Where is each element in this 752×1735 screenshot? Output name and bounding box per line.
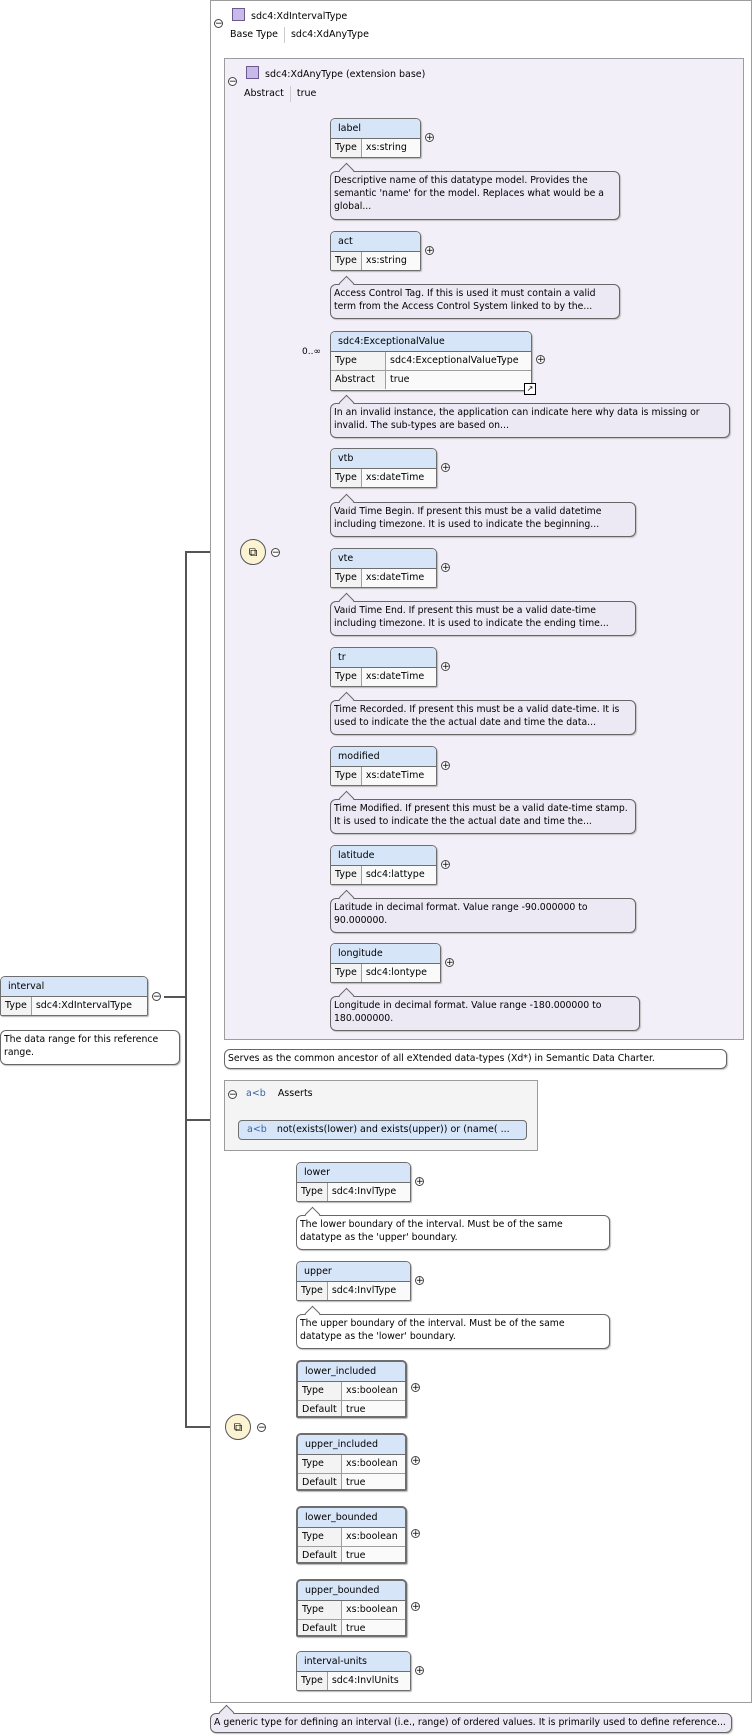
doc-upper: The upper boundary of the interval. Must… [296, 1305, 610, 1349]
element-lower[interactable]: lower Type sdc4:InvlType [296, 1162, 411, 1202]
assert-icon: a<b [246, 1088, 266, 1099]
expand-plus-icon[interactable]: + [415, 1666, 424, 1676]
expand-plus-icon[interactable]: + [411, 1529, 420, 1539]
element-tr[interactable]: tr Type xs:dateTime [330, 647, 437, 687]
asserts-title: a<b Asserts [246, 1088, 313, 1099]
collapse-asserts-minus-icon[interactable]: − [228, 1090, 237, 1100]
interval-element[interactable]: interval Type sdc4:XdIntervalType [0, 976, 148, 1016]
assert-icon: a<b [247, 1124, 267, 1135]
complex-type-icon [232, 8, 245, 21]
abstract-row: Abstract true [238, 86, 322, 102]
expand-plus-icon[interactable]: + [425, 246, 434, 256]
collapse-interval-minus-icon[interactable]: − [152, 992, 161, 1002]
type-title: sdc4:XdIntervalType [232, 8, 347, 22]
base-type-row: Base Type sdc4:XdAnyType [224, 27, 375, 43]
doc-modified: Time Modified. If present this must be a… [330, 790, 636, 834]
expand-plus-icon[interactable]: + [441, 662, 450, 672]
sequence-compositor-icon[interactable]: ⧉ [240, 539, 266, 565]
expand-plus-icon[interactable]: + [411, 1383, 420, 1393]
expand-plus-icon[interactable]: + [441, 463, 450, 473]
element-interval-units[interactable]: interval-units Type sdc4:InvlUnits [296, 1651, 411, 1691]
element-lower-bounded[interactable]: lower_bounded Type xs:boolean Default true [296, 1506, 407, 1564]
doc-label: Descriptive name of this datatype model.… [330, 162, 620, 220]
element-upper-included[interactable]: upper_included Type xs:boolean Default tru… [296, 1433, 407, 1491]
extension-title: sdc4:XdAnyType (extension base) [246, 66, 425, 80]
expand-plus-icon[interactable]: + [415, 1276, 424, 1286]
element-name: interval [1, 977, 147, 997]
collapse-sequence-minus-icon[interactable]: − [271, 548, 280, 558]
expand-plus-icon[interactable]: + [441, 563, 450, 573]
collapse-sequence-minus-icon[interactable]: − [257, 1423, 266, 1433]
extension-doc: Serves as the common ancestor of all eXt… [224, 1049, 727, 1069]
expand-plus-icon[interactable]: + [425, 133, 434, 143]
interval-doc: The data range for this reference range. [0, 1030, 180, 1065]
expand-plus-icon[interactable]: + [441, 860, 450, 870]
expand-plus-icon[interactable]: + [536, 355, 545, 365]
doc-tr: Time Recorded. If present this must be a… [330, 691, 636, 735]
doc-lower: The lower boundary of the interval. Must… [296, 1206, 610, 1250]
doc-act: Access Control Tag. If this is used it m… [330, 275, 620, 319]
element-label[interactable]: label Type xs:string [330, 118, 421, 158]
element-upper[interactable]: upper Type sdc4:InvlType [296, 1261, 411, 1301]
occurrence-label: 0..∞ [302, 347, 321, 357]
doc-latitude: Latitude in decimal format. Value range … [330, 889, 636, 933]
element-act[interactable]: act Type xs:string [330, 231, 421, 271]
element-vte[interactable]: vte Type xs:dateTime [330, 548, 437, 588]
expand-plus-icon[interactable]: + [415, 1177, 424, 1187]
element-modified[interactable]: modified Type xs:dateTime [330, 746, 437, 786]
complex-type-icon [246, 66, 259, 79]
element-upper-bounded[interactable]: upper_bounded Type xs:boolean Default true [296, 1579, 407, 1637]
collapse-type-minus-icon[interactable]: − [214, 19, 223, 29]
collapse-extension-minus-icon[interactable]: − [228, 77, 237, 87]
expand-plus-icon[interactable]: + [441, 761, 450, 771]
element-latitude[interactable]: latitude Type sdc4:lattype [330, 845, 437, 885]
type-doc: A generic type for defining an interval … [210, 1704, 732, 1733]
doc-longitude: Longitude in decimal format. Value range… [330, 987, 640, 1031]
link-arrow-icon[interactable]: ↗ [524, 383, 536, 395]
sequence-compositor-icon[interactable]: ⧉ [225, 1414, 251, 1440]
doc-vtb: Valid Time Begin. If present this must b… [330, 493, 636, 537]
expand-plus-icon[interactable]: + [445, 958, 454, 968]
doc-exceptionalvalue: In an invalid instance, the application … [330, 394, 730, 438]
element-vtb[interactable]: vtb Type xs:dateTime [330, 448, 437, 488]
assert-item[interactable]: a<b not(exists(lower) and exists(upper)) … [238, 1120, 527, 1140]
expand-plus-icon[interactable]: + [411, 1456, 420, 1466]
doc-vte: Valid Time End. If present this must be … [330, 592, 636, 636]
element-lower-included[interactable]: lower_included Type xs:boolean Default tru… [296, 1360, 407, 1418]
element-longitude[interactable]: longitude Type sdc4:lontype [330, 943, 441, 983]
element-exceptionalvalue[interactable]: sdc4:ExceptionalValue Type sdc4:Exception… [330, 331, 532, 391]
expand-plus-icon[interactable]: + [411, 1602, 420, 1612]
